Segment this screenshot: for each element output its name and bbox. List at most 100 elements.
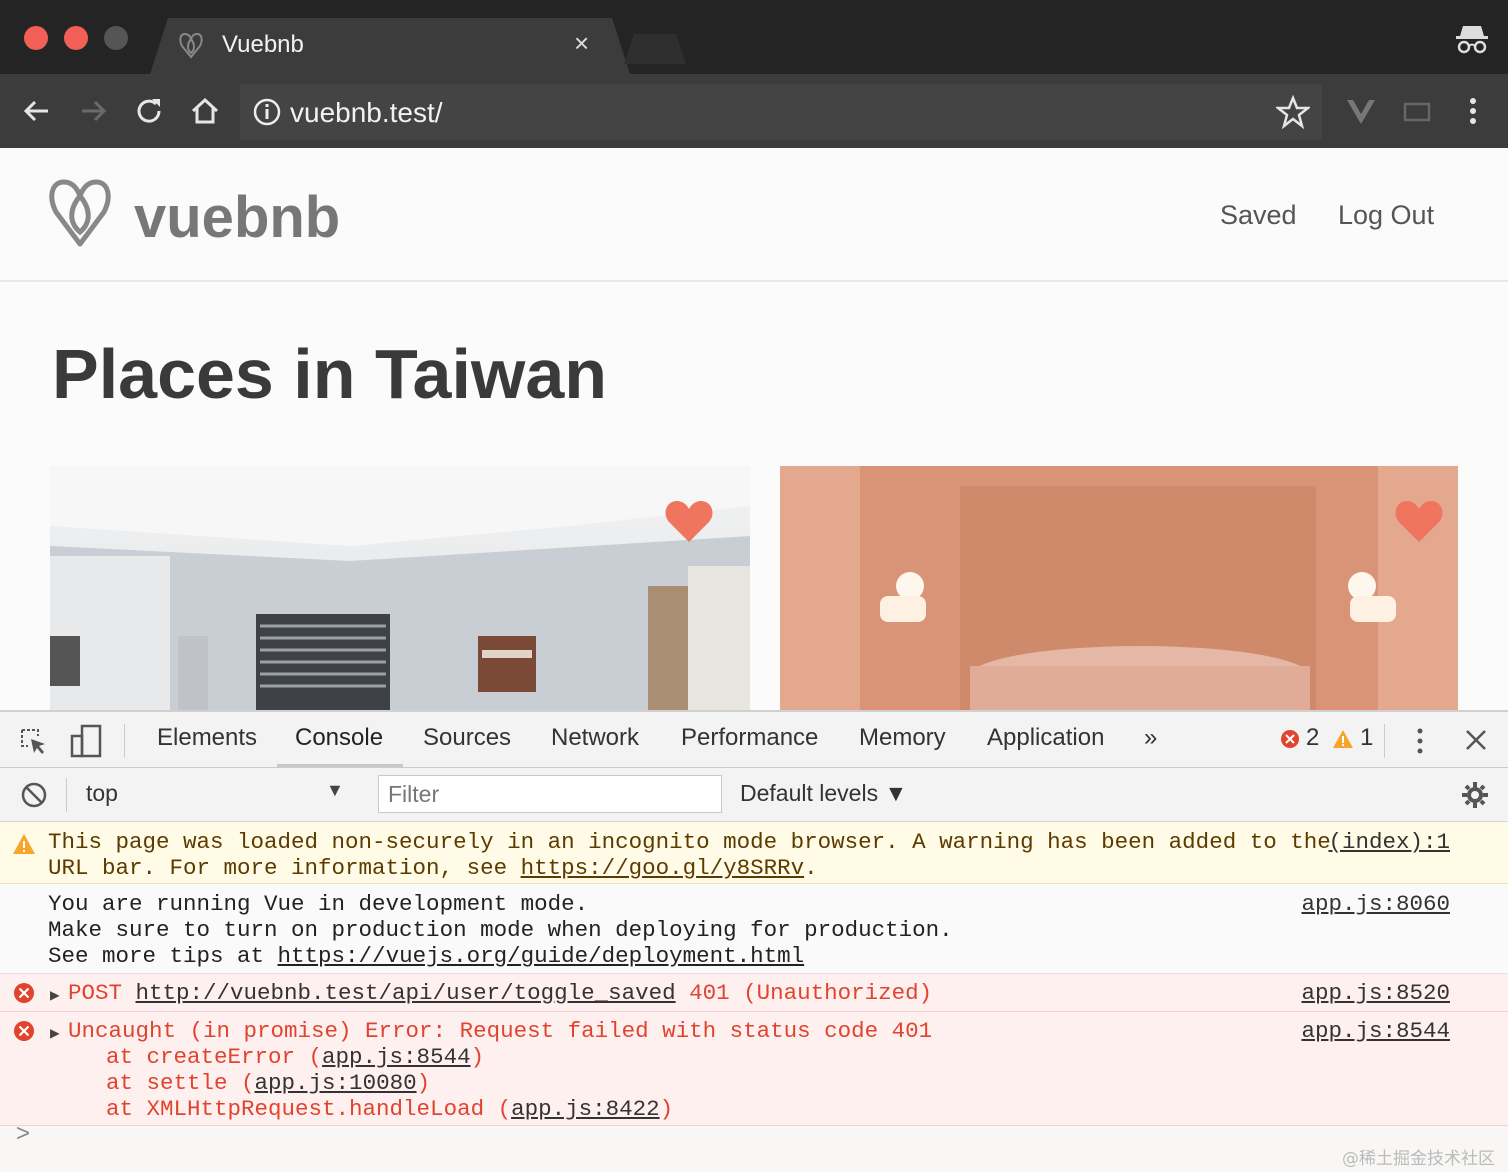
nav-saved-link[interactable]: Saved [1220,200,1297,231]
message-text: Uncaught (in promise) Error: Request fai… [68,1018,933,1044]
tab-sources[interactable]: Sources [423,724,511,752]
listing-card[interactable] [50,466,750,710]
console-filter-bar: top ▼ Default levels ▼ [0,768,1508,822]
tab-memory[interactable]: Memory [859,724,946,752]
console-error-message[interactable]: ▶ Uncaught (in promise) Error: Request f… [0,1012,1508,1126]
clear-console-icon[interactable] [20,781,48,809]
cast-extension-icon[interactable] [1400,94,1434,128]
message-text: Make sure to turn on production mode whe… [48,917,953,943]
minimize-window-button[interactable] [64,26,88,50]
log-levels-label: Default levels [740,780,879,806]
message-text-part: ) [416,1070,431,1096]
message-text: URL bar. For more information, see https… [48,855,818,881]
listing-card[interactable] [780,466,1458,710]
console-warning-message[interactable]: This page was loaded non-securely in an … [0,822,1508,884]
message-text-part: at settle ( [52,1070,255,1096]
tab-elements[interactable]: Elements [157,724,257,752]
message-text-part: at XMLHttpRequest.handleLoad ( [52,1096,512,1122]
message-link[interactable]: app.js:8422 [511,1096,660,1122]
message-text-part: ) [659,1096,674,1122]
console-filter-input[interactable] [378,775,722,813]
heart-save-icon[interactable] [1394,498,1444,544]
bookmark-star-icon[interactable] [1276,95,1310,129]
message-text: See more tips at https://vuejs.org/guide… [48,943,804,969]
message-link[interactable]: app.js:8544 [322,1044,471,1070]
page-title: Places in Taiwan [52,335,608,413]
new-tab-button[interactable] [624,34,686,64]
zoom-window-button[interactable] [104,26,128,50]
devtools-menu-icon[interactable] [1408,726,1432,756]
info-icon[interactable] [252,97,282,127]
error-count-icon[interactable] [1280,729,1300,749]
message-text-part: ) [470,1044,485,1070]
inspect-element-icon[interactable] [18,726,48,756]
device-toolbar-icon[interactable] [70,724,102,758]
address-bar[interactable]: vuebnb.test/ [240,84,1322,140]
chevron-down-icon[interactable]: ▼ [326,780,344,801]
close-window-button[interactable] [24,26,48,50]
console-prompt-icon[interactable]: > [16,1120,30,1148]
site-header: vuebnb Saved Log Out [0,148,1508,282]
warning-count[interactable]: 1 [1360,724,1373,752]
message-text: This page was loaded non-securely in an … [48,829,1331,855]
tab-title: Vuebnb [222,31,304,58]
message-link[interactable]: http://vuebnb.test/api/user/toggle_saved [136,980,676,1006]
source-link[interactable]: app.js:8060 [1301,891,1450,917]
console-log-message[interactable]: You are running Vue in development mode.… [0,884,1508,974]
divider [1384,724,1385,758]
tab-performance[interactable]: Performance [681,724,818,752]
message-link[interactable]: app.js:10080 [255,1070,417,1096]
stack-frame: at settle (app.js:10080) [52,1070,430,1096]
message-text-part: POST [68,980,136,1006]
tab-network[interactable]: Network [551,724,639,752]
menu-kebab-icon[interactable] [1456,94,1490,128]
reload-icon[interactable] [132,94,166,128]
browser-toolbar: vuebnb.test/ [0,74,1508,148]
tab-console[interactable]: Console [295,724,383,752]
message-link[interactable]: https://goo.gl/y8SRRv [521,855,805,881]
tab-close-icon[interactable]: × [574,30,589,56]
logo-text[interactable]: vuebnb [134,184,340,251]
message-text-part: . [804,855,818,881]
heart-save-icon[interactable] [664,498,714,544]
context-selector[interactable]: top [86,780,118,807]
url-text[interactable]: vuebnb.test/ [290,97,443,129]
console-error-message[interactable]: ▶ POST http://vuebnb.test/api/user/toggl… [0,974,1508,1012]
message-text-part: URL bar. For more information, see [48,855,521,881]
stack-frame: at createError (app.js:8544) [52,1044,484,1070]
divider [124,724,125,758]
message-text-part: 401 (Unauthorized) [675,980,933,1006]
vuebnb-favicon-icon [179,32,203,59]
error-icon [14,1021,34,1041]
vue-devtools-extension-icon[interactable] [1344,94,1378,128]
forward-arrow-icon[interactable] [76,94,110,128]
message-text-part: See more tips at [48,943,278,969]
close-devtools-icon[interactable] [1464,728,1488,752]
divider [66,778,67,812]
message-text-part: at createError ( [52,1044,323,1070]
source-link[interactable]: app.js:8544 [1301,1018,1450,1044]
message-link[interactable]: https://vuejs.org/guide/deployment.html [278,943,805,969]
listing-photo-bedroom [780,466,1458,710]
nav-logout-link[interactable]: Log Out [1338,200,1434,231]
expand-arrow-icon[interactable]: ▶ [50,983,60,1009]
web-page: vuebnb Saved Log Out Places in Taiwan [0,148,1508,710]
browser-titlebar: Vuebnb × [0,0,1508,74]
source-link[interactable]: app.js:8520 [1301,980,1450,1006]
browser-tab[interactable]: Vuebnb × [150,18,630,74]
vuebnb-logo-icon[interactable] [46,178,114,248]
home-icon[interactable] [188,94,222,128]
message-text: You are running Vue in development mode. [48,891,589,917]
watermark: @稀土掘金技术社区 [1342,1149,1495,1169]
error-icon [14,983,34,1003]
warning-count-icon[interactable] [1332,728,1354,750]
listing-photo-kitchen [50,466,750,710]
back-arrow-icon[interactable] [20,94,54,128]
stack-frame: at XMLHttpRequest.handleLoad (app.js:842… [52,1096,673,1122]
tab-application[interactable]: Application [987,724,1104,752]
source-link[interactable]: (index):1 [1328,829,1450,855]
error-count[interactable]: 2 [1306,724,1319,752]
log-levels-dropdown[interactable]: Default levels ▼ [740,780,907,807]
console-settings-gear-icon[interactable] [1460,780,1490,810]
more-tabs-icon[interactable]: » [1144,724,1157,752]
